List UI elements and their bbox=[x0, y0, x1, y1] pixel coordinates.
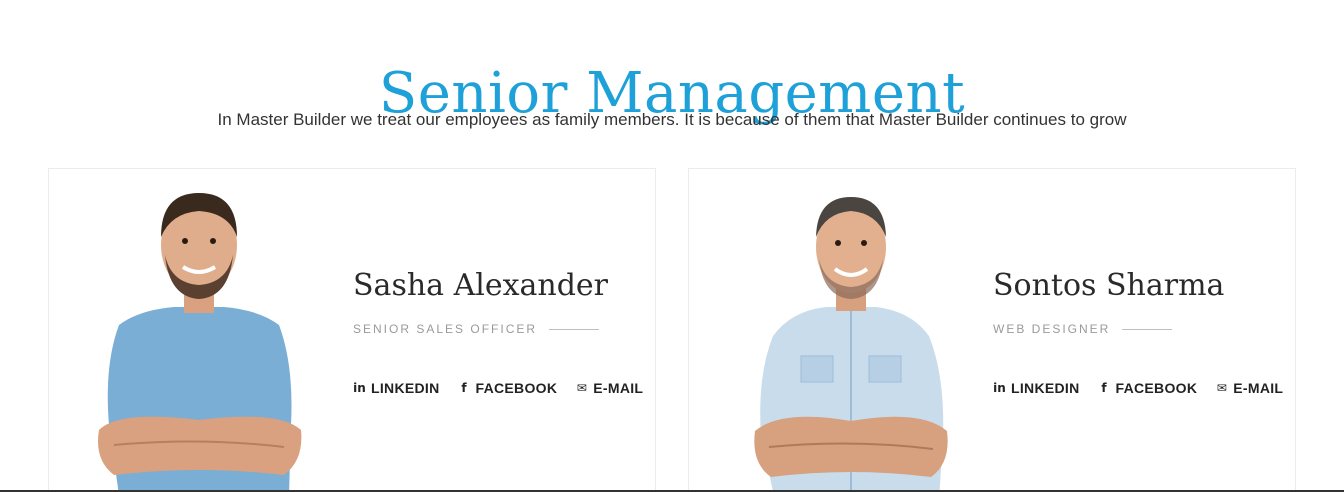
linkedin-label: LINKEDIN bbox=[371, 380, 440, 396]
social-links: in LINKEDIN f FACEBOOK ✉ E-MAIL bbox=[353, 380, 643, 396]
mail-icon: ✉ bbox=[576, 381, 587, 395]
linkedin-icon: in bbox=[353, 381, 366, 395]
email-link[interactable]: ✉ E-MAIL bbox=[575, 380, 643, 396]
email-link[interactable]: ✉ E-MAIL bbox=[1215, 380, 1283, 396]
team-member-card: Sasha Alexander SENIOR SALES OFFICER in … bbox=[48, 168, 656, 492]
linkedin-link[interactable]: in LINKEDIN bbox=[993, 380, 1080, 396]
role-divider bbox=[549, 328, 600, 330]
member-photo bbox=[98, 193, 302, 492]
member-role: WEB DESIGNER bbox=[993, 322, 1111, 336]
facebook-link[interactable]: f FACEBOOK bbox=[458, 380, 558, 396]
member-role-row: SENIOR SALES OFFICER bbox=[353, 320, 643, 338]
member-info: Sasha Alexander SENIOR SALES OFFICER in … bbox=[353, 264, 643, 396]
section-subtitle: In Master Builder we treat our employees… bbox=[217, 110, 1127, 129]
facebook-icon: f bbox=[461, 381, 467, 395]
facebook-label: FACEBOOK bbox=[1115, 380, 1198, 396]
facebook-label: FACEBOOK bbox=[475, 380, 558, 396]
member-role: SENIOR SALES OFFICER bbox=[353, 322, 538, 336]
team-member-card: Sontos Sharma WEB DESIGNER in LINKEDIN f… bbox=[688, 168, 1296, 492]
email-label: E-MAIL bbox=[1233, 380, 1284, 396]
facebook-link[interactable]: f FACEBOOK bbox=[1098, 380, 1198, 396]
email-label: E-MAIL bbox=[593, 380, 644, 396]
linkedin-label: LINKEDIN bbox=[1011, 380, 1080, 396]
member-name: Sasha Alexander bbox=[353, 268, 609, 303]
linkedin-icon: in bbox=[993, 381, 1006, 395]
member-name: Sontos Sharma bbox=[993, 268, 1225, 303]
facebook-icon: f bbox=[1101, 381, 1107, 395]
linkedin-link[interactable]: in LINKEDIN bbox=[353, 380, 440, 396]
member-info: Sontos Sharma WEB DESIGNER in LINKEDIN f… bbox=[993, 264, 1283, 396]
member-photo bbox=[754, 197, 948, 492]
social-links: in LINKEDIN f FACEBOOK ✉ E-MAIL bbox=[993, 380, 1283, 396]
member-role-row: WEB DESIGNER bbox=[993, 320, 1283, 338]
mail-icon: ✉ bbox=[1216, 381, 1227, 395]
role-divider bbox=[1122, 328, 1173, 330]
